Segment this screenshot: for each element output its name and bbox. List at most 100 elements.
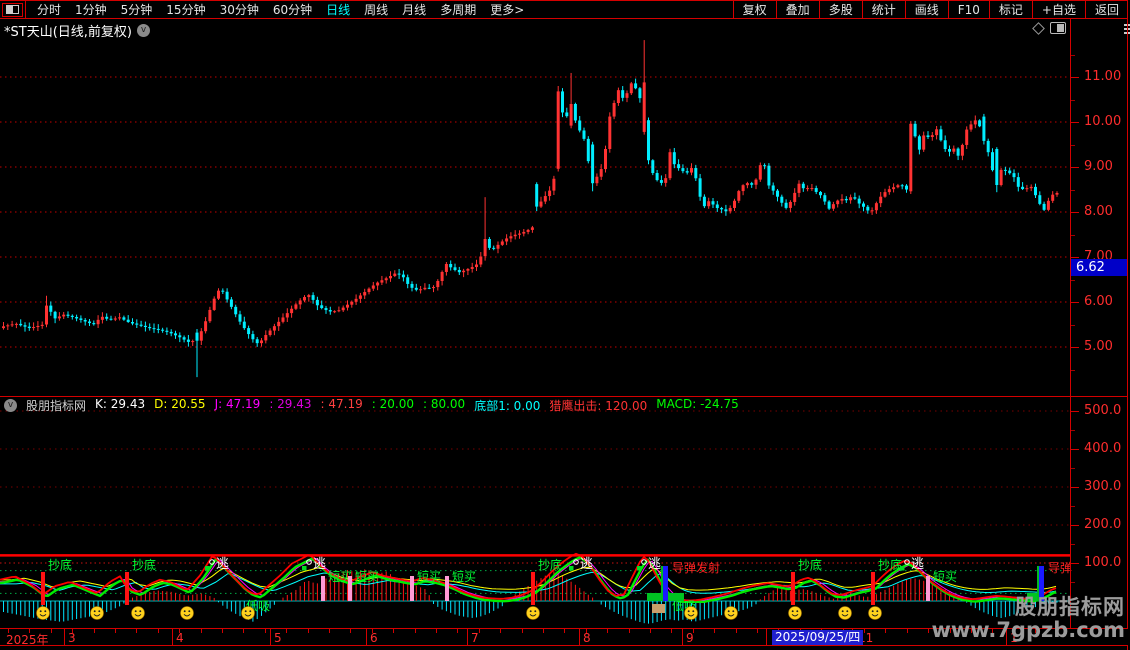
price-tick-label: 10.00 bbox=[1084, 114, 1122, 129]
candle-body bbox=[208, 309, 212, 322]
candle-body bbox=[1008, 170, 1012, 174]
indicator-tick bbox=[1071, 411, 1079, 412]
selected-date-badge[interactable]: 2025/09/25/四 bbox=[772, 630, 864, 645]
candle-body bbox=[479, 256, 483, 265]
smiley-eye bbox=[791, 610, 794, 613]
candle-body bbox=[212, 298, 216, 310]
candle-body bbox=[530, 227, 534, 230]
candle-body bbox=[698, 178, 702, 197]
candle-body bbox=[358, 295, 362, 299]
candle-body bbox=[453, 267, 457, 270]
candle-body bbox=[702, 196, 706, 207]
candle-body bbox=[715, 204, 719, 209]
smiley-icon bbox=[526, 606, 540, 620]
candle-body bbox=[14, 323, 18, 325]
timeframe-tab-2[interactable]: 5分钟 bbox=[114, 1, 160, 18]
toolbar-button-7[interactable]: +自选 bbox=[1031, 1, 1085, 18]
pane-toggle-icon[interactable] bbox=[1050, 22, 1066, 34]
candle-body bbox=[612, 103, 616, 117]
toolbar-button-8[interactable]: 返回 bbox=[1084, 1, 1128, 18]
timeframe-tab-10[interactable]: 更多> bbox=[483, 1, 531, 18]
toolbar-button-0[interactable]: 复权 bbox=[732, 1, 776, 18]
smiley-icon bbox=[36, 606, 50, 620]
week-tick bbox=[94, 629, 95, 633]
candle-body bbox=[285, 313, 289, 318]
timeframe-tab-7[interactable]: 周线 bbox=[357, 1, 395, 18]
buy-signal-bar bbox=[125, 572, 129, 605]
smiley-face bbox=[36, 606, 50, 620]
smiley-face bbox=[180, 606, 194, 620]
candle-body bbox=[827, 201, 831, 209]
candle-body bbox=[57, 316, 61, 319]
candle-body bbox=[905, 185, 908, 190]
candle-body bbox=[393, 273, 397, 277]
timeframe-tab-6[interactable]: 日线 bbox=[319, 1, 357, 18]
diamond-icon[interactable] bbox=[1032, 21, 1045, 35]
toolbar-button-2[interactable]: 多股 bbox=[818, 1, 862, 18]
candle-body bbox=[840, 198, 844, 201]
candle-body bbox=[651, 160, 655, 174]
smiley-eye bbox=[39, 610, 42, 613]
indicator-source: 股朋指标网 bbox=[26, 399, 87, 413]
toolbar-button-4[interactable]: 画线 bbox=[904, 1, 948, 18]
timeframe-tab-9[interactable]: 多周期 bbox=[433, 1, 483, 18]
candle-body bbox=[561, 91, 564, 113]
smiley-face bbox=[241, 606, 255, 620]
candle-body bbox=[862, 203, 865, 207]
timeframe-tab-1[interactable]: 1分钟 bbox=[68, 1, 114, 18]
toolbar-button-1[interactable]: 叠加 bbox=[775, 1, 819, 18]
toolbar-button-5[interactable]: F10 bbox=[947, 1, 989, 18]
candle-body bbox=[234, 306, 238, 315]
price-tick-label: 6.00 bbox=[1084, 294, 1113, 309]
date-label-1: 3 bbox=[68, 631, 76, 645]
buy-signal-label: 抄底 bbox=[798, 557, 822, 572]
candle-body bbox=[625, 93, 629, 98]
missile-bar-green-stripe bbox=[661, 566, 663, 601]
price-tick bbox=[1071, 347, 1079, 348]
collapse-icon[interactable]: v bbox=[4, 399, 17, 412]
chevron-down-icon[interactable]: v bbox=[136, 24, 150, 37]
candle-body bbox=[664, 178, 668, 183]
window-split-icon[interactable] bbox=[2, 2, 23, 17]
candle-body bbox=[573, 104, 577, 121]
timeframe-tab-0[interactable]: 分时 bbox=[30, 1, 68, 18]
week-tick bbox=[308, 629, 309, 633]
candle-body bbox=[960, 144, 964, 156]
indicator-tick-label: 500.0 bbox=[1084, 403, 1122, 418]
candle-body bbox=[1021, 186, 1025, 190]
candle-body bbox=[113, 318, 117, 320]
month-separator bbox=[766, 629, 767, 646]
sell-square-marker bbox=[302, 566, 307, 571]
candle-body bbox=[457, 269, 461, 273]
candle-body bbox=[591, 144, 595, 184]
timeframe-tab-3[interactable]: 15分钟 bbox=[159, 1, 212, 18]
candle-body bbox=[410, 283, 414, 288]
smiley-face bbox=[788, 606, 802, 620]
candle-body bbox=[333, 311, 337, 313]
candle-body bbox=[569, 104, 573, 126]
indicator-minor-tick bbox=[1071, 582, 1075, 583]
date-label-2: 4 bbox=[176, 631, 184, 645]
timeframe-tab-8[interactable]: 月线 bbox=[395, 1, 433, 18]
shortbuy-signal-bar bbox=[348, 576, 352, 601]
toolbar-button-3[interactable]: 统计 bbox=[861, 1, 905, 18]
indicator-panel[interactable]: 抄底 抄底 抄底 抄底 抄底短买 短买 短买 短买 短买逃逃逃逃逃低吸 低吸导弹发射 导弹 bbox=[0, 397, 1072, 627]
candle-body bbox=[492, 247, 496, 249]
candle-body bbox=[986, 140, 990, 153]
candle-body bbox=[406, 277, 410, 284]
candle-body bbox=[247, 328, 251, 335]
candle-body bbox=[199, 331, 203, 341]
candle-body bbox=[436, 281, 440, 288]
timeframe-tab-5[interactable]: 60分钟 bbox=[266, 1, 319, 18]
month-separator bbox=[682, 629, 683, 646]
indicator-minor-tick bbox=[1071, 544, 1075, 545]
candle-body bbox=[956, 148, 960, 156]
candle-body bbox=[1016, 177, 1020, 187]
candle-body bbox=[432, 287, 435, 289]
buy-signal-bar bbox=[791, 572, 795, 605]
candle-body bbox=[19, 323, 23, 326]
timeframe-tab-4[interactable]: 30分钟 bbox=[213, 1, 266, 18]
smiley-eye bbox=[796, 610, 799, 613]
toolbar-button-6[interactable]: 标记 bbox=[988, 1, 1032, 18]
candlestick-chart[interactable] bbox=[0, 40, 1070, 396]
